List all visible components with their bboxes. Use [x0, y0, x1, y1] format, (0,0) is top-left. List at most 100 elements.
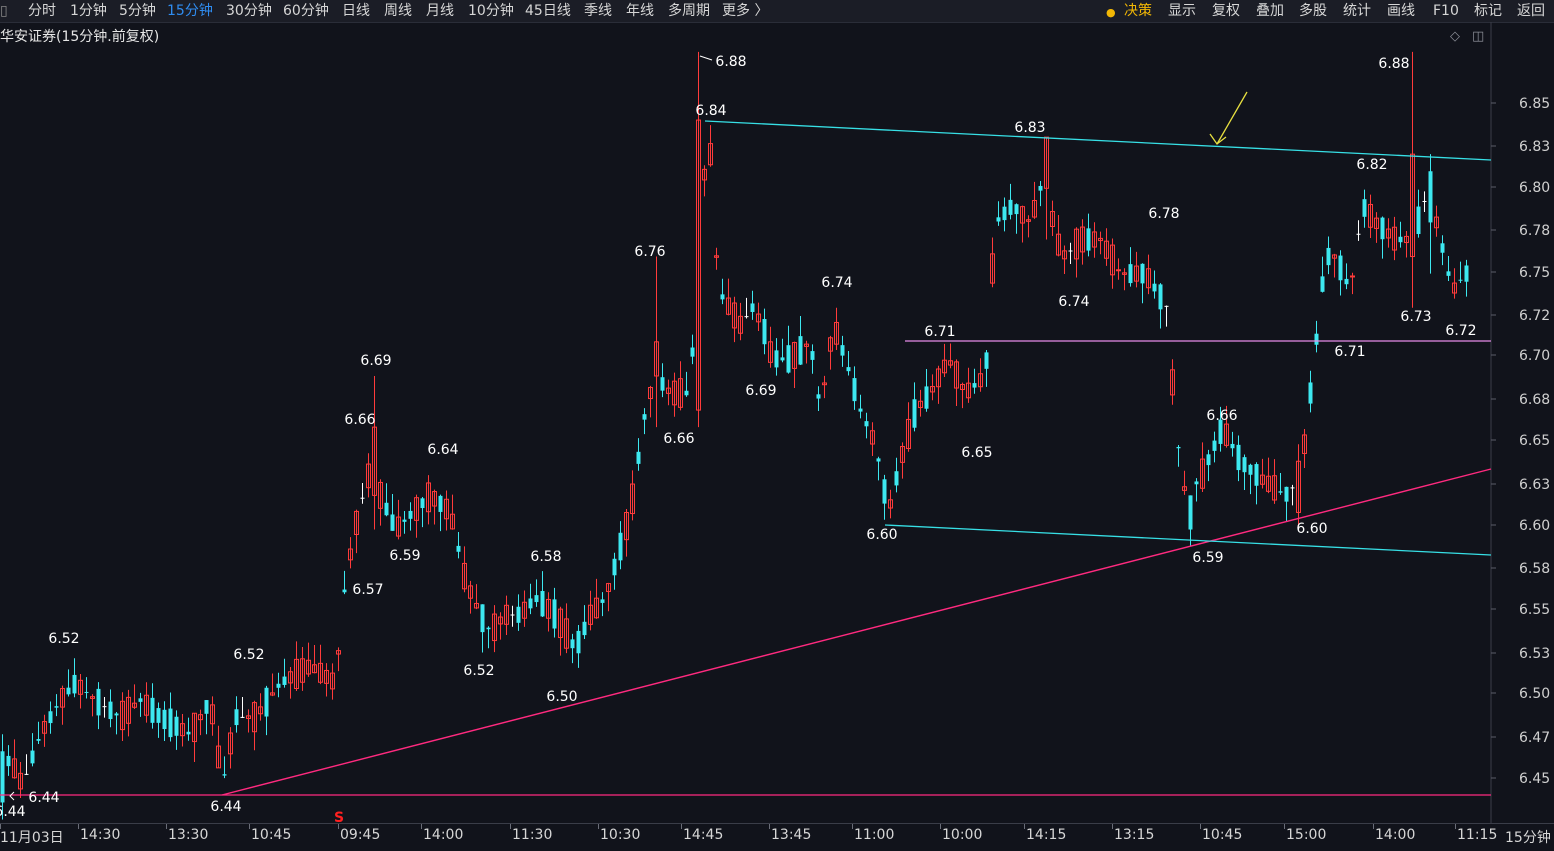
tool-button-8[interactable]: 标记: [1474, 2, 1502, 20]
candle-body: [108, 701, 113, 720]
tool-button-3[interactable]: 叠加: [1256, 2, 1284, 20]
tool-button-9[interactable]: 返回: [1517, 2, 1545, 20]
period-tab-12[interactable]: 年线: [626, 2, 654, 20]
candle-body: [402, 519, 407, 522]
price-annotation: 6.44: [210, 799, 241, 815]
time-label: 11月03日: [0, 830, 64, 846]
price-annotation: 6.57: [352, 582, 383, 598]
price-annotation: 6.59: [1192, 550, 1223, 566]
candle-body: [168, 708, 173, 738]
candle-body: [1422, 200, 1427, 202]
time-tick-mark: [1373, 824, 1374, 829]
price-tick-label: 6.85: [1519, 96, 1550, 112]
price-annotation: 6.71: [924, 324, 955, 340]
tool-button-6[interactable]: 画线: [1387, 2, 1415, 20]
candle-body: [1014, 204, 1019, 215]
candle-body: [582, 621, 587, 636]
candle-body: [1230, 443, 1235, 449]
tool-button-1[interactable]: 显示: [1168, 2, 1196, 20]
period-tab-5[interactable]: 60分钟: [283, 2, 329, 20]
candle-body: [510, 614, 515, 616]
price-tick-label: 6.78: [1519, 223, 1550, 239]
time-tick-mark: [681, 824, 682, 829]
tool-button-2[interactable]: 复权: [1212, 2, 1240, 20]
kline-chart[interactable]: 6.85 6.83 6.80 6.78 6.75 6.72 6.70 6.68 6.65 6.63…: [0, 22, 1554, 823]
price-annotation: 6.84: [695, 103, 726, 119]
candle-body: [540, 591, 545, 617]
period-tab-11[interactable]: 季线: [584, 2, 612, 20]
period-tab-3[interactable]: 15分钟: [167, 2, 213, 20]
price-annotation: 6.73: [1400, 309, 1431, 325]
price-annotation: 6.83: [1014, 120, 1045, 136]
time-tick-mark: [510, 824, 511, 829]
price-annotation: 6.64: [427, 442, 458, 458]
period-tab-2[interactable]: 5分钟: [119, 2, 156, 20]
time-tick-mark: [421, 824, 422, 829]
price-annotation: 6.72: [1445, 323, 1476, 339]
candle-body: [36, 739, 41, 741]
time-label: 10:45: [251, 827, 292, 843]
candle-body: [786, 345, 791, 373]
candle-body: [534, 595, 539, 603]
price-tick-label: 6.63: [1519, 477, 1550, 493]
period-tab-13[interactable]: 多周期: [668, 2, 710, 20]
tool-button-7[interactable]: F10: [1433, 2, 1459, 20]
period-tab-10[interactable]: 45日线: [525, 2, 571, 20]
period-tab-6[interactable]: 日线: [342, 2, 370, 20]
time-tick-mark: [1455, 824, 1456, 829]
candle-body: [1380, 217, 1385, 240]
price-annotation: 6.71: [1334, 344, 1365, 360]
panel-toggle-icon[interactable]: ▯: [0, 2, 8, 20]
candle-body: [72, 674, 77, 694]
candle-body: [846, 367, 851, 372]
candle-body: [864, 421, 869, 427]
price-annotation: 6.69: [745, 383, 776, 399]
candle-body: [1344, 278, 1349, 285]
tool-button-0[interactable]: 决策: [1124, 2, 1152, 20]
sell-signal-marker: S: [334, 810, 344, 823]
price-annotation: 6.66: [1206, 408, 1237, 424]
price-tick-label: 6.60: [1519, 518, 1550, 534]
period-tab-14[interactable]: 更多 〉: [722, 2, 768, 20]
period-tab-1[interactable]: 1分钟: [70, 2, 107, 20]
price-tick-label: 6.50: [1519, 686, 1550, 702]
candle-body: [162, 709, 167, 730]
candle-body: [420, 498, 425, 509]
candle-body: [600, 599, 605, 603]
period-tab-7[interactable]: 周线: [384, 2, 412, 20]
candle-body: [1362, 199, 1367, 217]
period-tab-8[interactable]: 月线: [426, 2, 454, 20]
candle-body: [1128, 264, 1133, 284]
upper-channel-line: [704, 120, 1492, 161]
candle-body: [570, 639, 575, 649]
low-pointer-icon: [9, 791, 15, 801]
candle-body: [840, 345, 845, 356]
price-tick-label: 6.55: [1519, 602, 1550, 618]
price-annotation: 6.44: [28, 790, 59, 806]
price-tick-label: 6.70: [1519, 348, 1550, 364]
price-tick-label: 6.47: [1519, 730, 1550, 746]
period-tab-9[interactable]: 10分钟: [468, 2, 514, 20]
candle-body: [1140, 263, 1145, 284]
candle-body: [690, 347, 695, 357]
candle-body: [552, 599, 557, 629]
candle-body: [1308, 382, 1313, 404]
candle-body: [642, 414, 647, 420]
candle-body: [618, 532, 623, 561]
period-tab-0[interactable]: 分时: [28, 2, 56, 20]
tool-button-4[interactable]: 多股: [1299, 2, 1327, 20]
tool-button-5[interactable]: 统计: [1343, 2, 1371, 20]
time-tick-mark: [249, 824, 250, 829]
time-tick-mark: [852, 824, 853, 829]
price-annotation: 6.44: [0, 804, 26, 820]
candle-body: [1038, 185, 1043, 191]
candle-body: [528, 598, 533, 609]
period-toolbar: ▯ 分时 1分钟 5分钟 15分钟 30分钟 60分钟 日线 周线 月线 10分钟 45日线 季线 年线…: [0, 0, 1554, 23]
period-tab-4[interactable]: 30分钟: [226, 2, 272, 20]
candle-body: [240, 716, 245, 718]
time-label: 15:00: [1286, 827, 1327, 843]
time-label: 10:00: [942, 827, 983, 843]
candle-body: [1194, 481, 1199, 485]
time-label: 10:30: [600, 827, 641, 843]
candle-body: [1320, 276, 1325, 292]
